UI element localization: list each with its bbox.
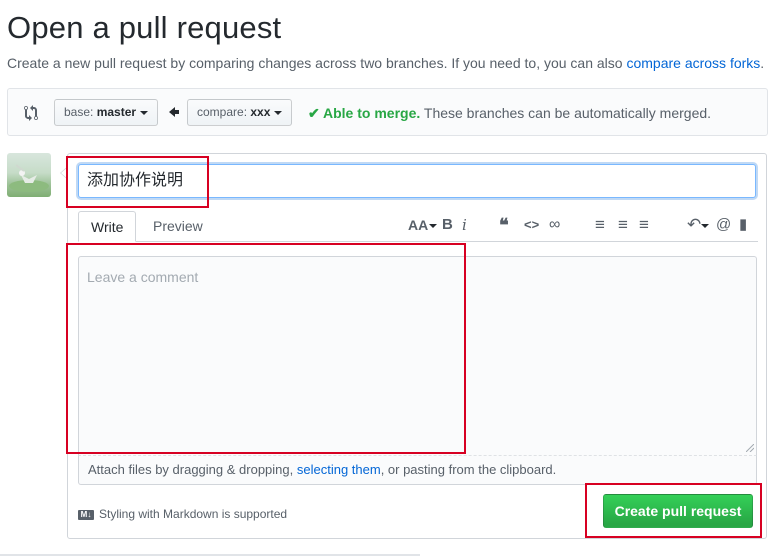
chevron-down-icon [140, 110, 149, 115]
mention-icon[interactable]: @ [716, 217, 731, 233]
link-icon[interactable]: ∞ [549, 217, 560, 233]
task-list-icon[interactable]: ≡ [639, 216, 649, 233]
bookmark-icon[interactable]: ▮ [739, 217, 747, 233]
avatar[interactable] [7, 153, 51, 197]
compare-branches-icon [24, 105, 38, 121]
code-icon[interactable]: <> [524, 217, 539, 233]
resize-handle-icon[interactable] [746, 444, 754, 452]
merge-description: These branches can be automatically merg… [420, 105, 712, 121]
header-icon[interactable]: AA [408, 217, 438, 233]
editor-tabs: Write Preview AA B i ❝ <> ∞ ≡ ≡ ≡ ↶ @ ▮ [78, 209, 758, 242]
tab-write[interactable]: Write [78, 211, 137, 242]
attach-files-bar[interactable]: Attach files by dragging & dropping, sel… [78, 455, 757, 485]
page-subtitle: Create a new pull request by comparing c… [7, 55, 764, 71]
attach-text-1: Attach files by dragging & dropping, [88, 462, 297, 477]
page-title: Open a pull request [7, 10, 282, 45]
tab-preview[interactable]: Preview [141, 211, 215, 242]
branch-compare-bar: base: master compare: xxx ✔ Able to merg… [7, 88, 768, 136]
italic-icon[interactable]: i [462, 217, 467, 233]
compare-branch-select[interactable]: compare: xxx [187, 99, 293, 126]
merge-ok-label: Able to merge. [323, 105, 421, 121]
compare-across-forks-link[interactable]: compare across forks [626, 55, 760, 71]
subtitle-text: Create a new pull request by comparing c… [7, 55, 627, 71]
comment-textarea[interactable]: Leave a comment [78, 256, 757, 455]
chevron-down-icon [274, 110, 283, 115]
markdown-icon: M↓ [78, 509, 94, 520]
markdown-note[interactable]: M↓ Styling with Markdown is supported [78, 507, 287, 521]
select-files-link[interactable]: selecting them [297, 462, 381, 477]
reply-icon[interactable]: ↶ [687, 216, 710, 233]
base-prefix: base: [64, 105, 97, 119]
divider [0, 554, 420, 556]
merge-status: Able to merge. These branches can be aut… [323, 105, 711, 121]
bold-icon[interactable]: B [442, 217, 453, 233]
quote-icon[interactable]: ❝ [499, 216, 509, 234]
base-branch-select[interactable]: base: master [54, 99, 159, 126]
unordered-list-icon[interactable]: ≡ [595, 216, 605, 233]
compare-prefix: compare: [197, 105, 251, 119]
create-pull-request-button[interactable]: Create pull request [603, 494, 753, 528]
compare-branch-name: xxx [250, 105, 271, 119]
check-icon: ✔ [308, 105, 320, 121]
ordered-list-icon[interactable]: ≡ [618, 216, 628, 233]
attach-text-2: , or pasting from the clipboard. [380, 462, 557, 477]
subtitle-end: . [760, 55, 765, 71]
base-branch-name: master [96, 105, 137, 119]
avatar-image [9, 164, 49, 192]
arrow-left-icon [169, 107, 179, 117]
markdown-note-text: Styling with Markdown is supported [99, 507, 288, 521]
pr-title-input[interactable]: 添加协作说明 [78, 164, 756, 198]
pull-request-form: 添加协作说明 Write Preview AA B i ❝ <> ∞ ≡ ≡ ≡… [60, 153, 767, 539]
